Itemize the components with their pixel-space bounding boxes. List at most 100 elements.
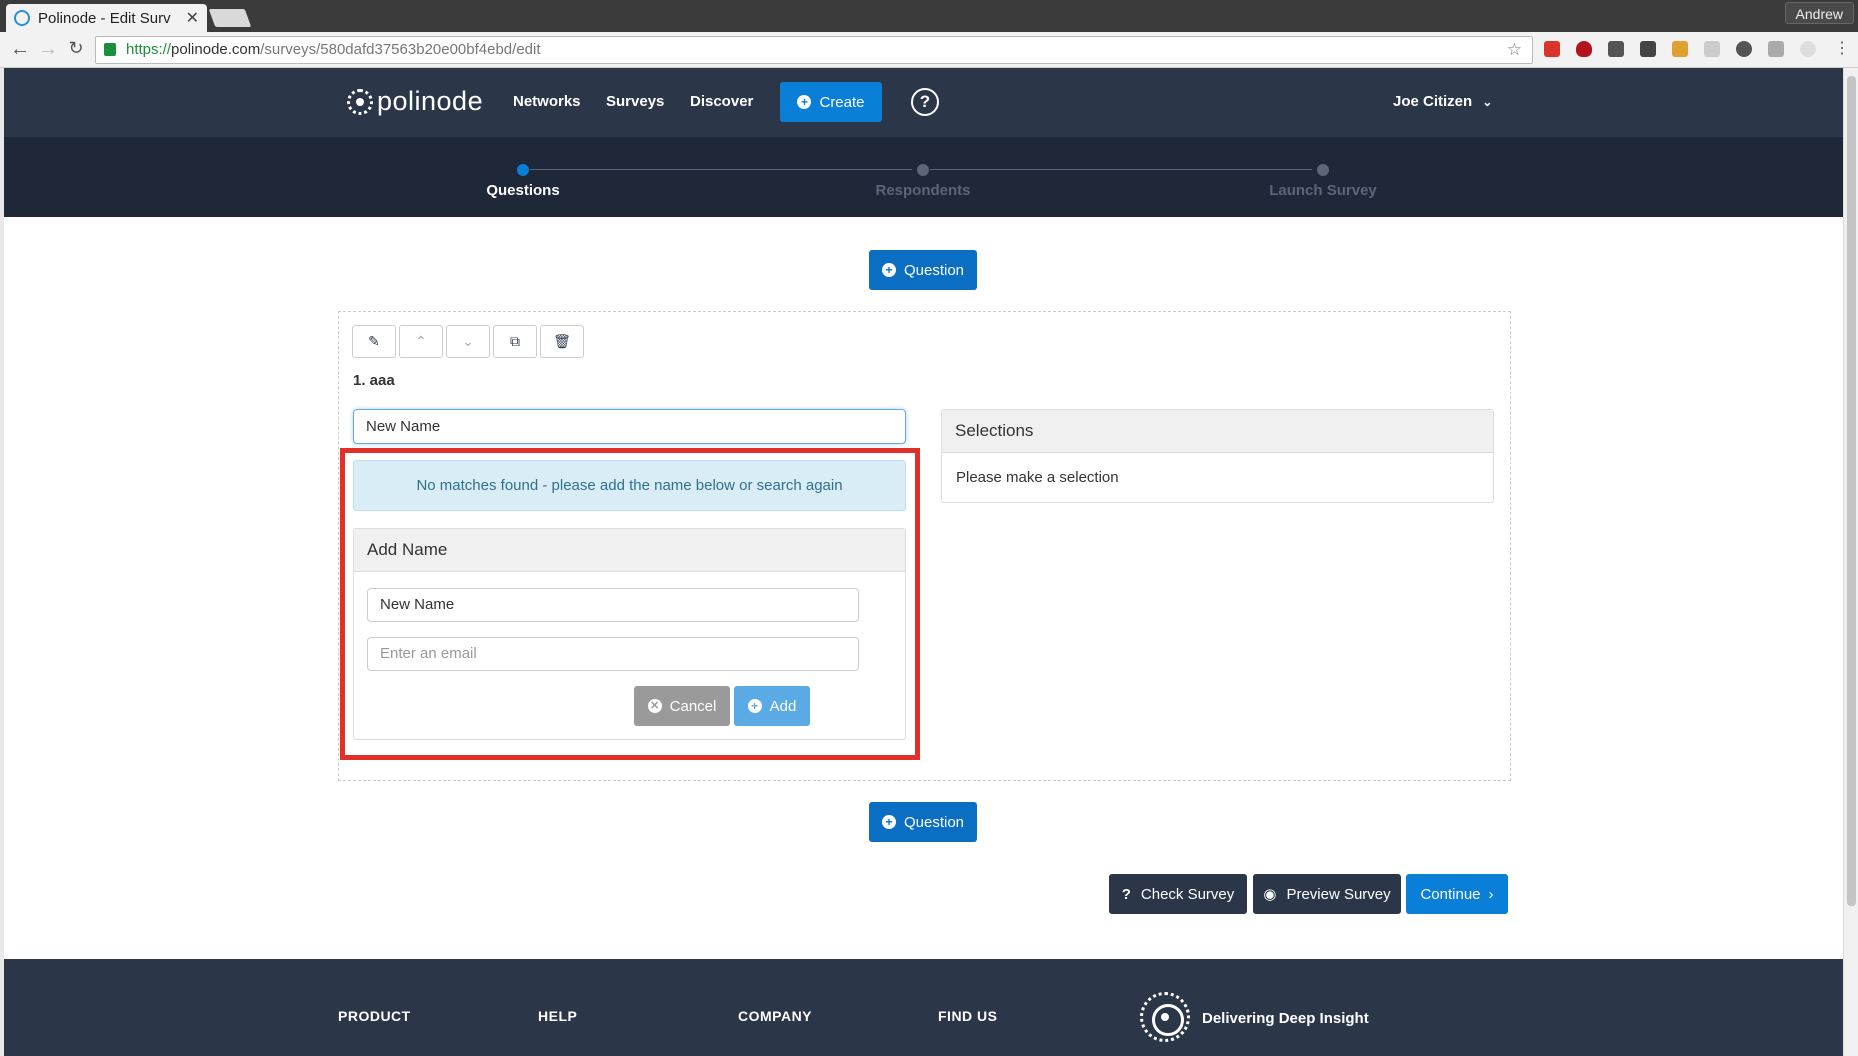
nav-discover[interactable]: Discover — [690, 93, 753, 110]
polinode-favicon-icon — [14, 10, 30, 26]
footer-product-heading: PRODUCT — [338, 1008, 411, 1024]
extension-icon[interactable] — [1544, 41, 1560, 57]
polinode-footer-logo-icon — [1140, 992, 1190, 1042]
duplicate-question-button[interactable]: ⧉ — [493, 325, 537, 358]
question-card: ✎ ⌃ ⌄ ⧉ 🗑 1. aaa New Name No matches fou… — [338, 311, 1511, 781]
step-connector — [930, 169, 1312, 170]
add-button[interactable]: + Add — [734, 686, 810, 726]
help-icon[interactable]: ? — [911, 88, 939, 116]
chevron-up-icon: ⌃ — [415, 333, 427, 349]
plus-circle-icon: + — [881, 815, 896, 829]
no-matches-alert: No matches found - please add the name b… — [353, 460, 906, 511]
check-survey-button[interactable]: ? Check Survey — [1109, 874, 1247, 914]
footer-help-heading: HELP — [538, 1008, 578, 1024]
continue-button[interactable]: Continue › — [1406, 874, 1508, 914]
nav-surveys[interactable]: Surveys — [606, 93, 664, 110]
continue-label: Continue — [1420, 885, 1481, 903]
polinode-logo-icon — [347, 88, 373, 115]
back-icon[interactable]: ← — [8, 38, 32, 61]
browser-profile-button[interactable]: Andrew — [1784, 2, 1854, 24]
email-field[interactable]: Enter an email — [367, 637, 859, 671]
selections-empty-text: Please make a selection — [956, 469, 1119, 486]
eye-icon: ◉ — [1263, 886, 1277, 903]
url-scheme: https:// — [126, 41, 172, 58]
x-circle-icon: ✕ — [647, 699, 662, 713]
site-footer: PRODUCT HELP COMPANY FIND US Delivering … — [4, 959, 1843, 1056]
user-menu[interactable]: Joe Citizen ⌄ — [1393, 93, 1492, 110]
step-connector — [530, 169, 912, 170]
ublock-extension-icon[interactable] — [1576, 41, 1592, 57]
scrollbar-thumb[interactable] — [1847, 76, 1856, 906]
chevron-right-icon: › — [1488, 885, 1494, 903]
extension-icon[interactable] — [1768, 41, 1784, 57]
browser-toolbar: ← → ↻ https://polinode.com/surveys/580da… — [0, 32, 1858, 68]
selections-panel: Selections Please make a selection — [941, 409, 1494, 503]
plus-circle-icon: + — [797, 95, 812, 109]
page-viewport: polinode Networks Surveys Discover + Cre… — [4, 68, 1843, 1056]
extension-icon[interactable] — [1800, 41, 1816, 57]
add-name-title: Add Name — [354, 529, 905, 572]
edit-question-button[interactable]: ✎ — [352, 325, 396, 358]
create-button[interactable]: + Create — [780, 82, 882, 122]
cancel-button[interactable]: ✕ Cancel — [634, 686, 730, 726]
survey-stepper — [4, 137, 1843, 217]
step-launch-survey[interactable]: Launch Survey — [1223, 182, 1423, 199]
tab-title: Polinode - Edit Surv — [38, 9, 171, 27]
plus-circle-icon: + — [747, 699, 762, 713]
question-mark-icon: ? — [1121, 885, 1131, 903]
cancel-label: Cancel — [669, 697, 717, 715]
lock-icon — [104, 43, 116, 56]
chevron-down-icon: ⌄ — [462, 333, 474, 349]
question-title: 1. aaa — [353, 372, 395, 389]
close-tab-icon[interactable]: ✕ — [186, 8, 199, 28]
step-respondents[interactable]: Respondents — [823, 182, 1023, 199]
name-search-input[interactable]: New Name — [353, 409, 906, 444]
preview-survey-label: Preview Survey — [1286, 885, 1391, 903]
url-path: /surveys/580dafd37563b20e00bf4ebd/edit — [260, 41, 541, 58]
forward-icon[interactable]: → — [36, 38, 60, 61]
footer-company-heading: COMPANY — [738, 1008, 813, 1024]
footer-tagline: Delivering Deep Insight — [1202, 1010, 1369, 1027]
extension-icon[interactable] — [1608, 41, 1624, 57]
polinode-logo[interactable]: polinode — [347, 86, 483, 117]
step-questions[interactable]: Questions — [423, 182, 623, 199]
add-name-panel: Add Name New Name Enter an email ✕ Cance… — [353, 528, 906, 740]
logo-text: polinode — [377, 86, 484, 116]
new-name-field[interactable]: New Name — [367, 588, 859, 622]
extension-icon[interactable] — [1640, 41, 1656, 57]
add-question-label: Question — [903, 261, 965, 279]
selections-title: Selections — [942, 410, 1493, 453]
step-dot-respondents — [917, 164, 929, 176]
plus-circle-icon: + — [881, 263, 896, 277]
copy-icon: ⧉ — [510, 333, 520, 349]
nav-networks[interactable]: Networks — [513, 93, 581, 110]
step-dot-questions — [517, 164, 529, 176]
browser-tab[interactable]: Polinode - Edit Surv ✕ — [6, 4, 207, 32]
address-bar[interactable]: https://polinode.com/surveys/580dafd3756… — [95, 36, 1533, 64]
pencil-icon: ✎ — [368, 333, 380, 349]
url-host: polinode.com — [171, 41, 261, 58]
move-down-button[interactable]: ⌄ — [446, 325, 490, 358]
add-question-button-bottom[interactable]: + Question — [869, 802, 977, 842]
new-tab-button[interactable] — [208, 9, 252, 27]
page-scrollbar[interactable] — [1843, 68, 1858, 1056]
footer-find-us-heading: FIND US — [938, 1008, 998, 1024]
reload-icon[interactable]: ↻ — [64, 38, 88, 59]
chevron-down-icon: ⌄ — [1482, 95, 1493, 109]
trash-icon: 🗑 — [553, 333, 571, 349]
extension-icon[interactable] — [1736, 41, 1752, 57]
add-question-label: Question — [903, 813, 965, 831]
bookmark-star-icon[interactable]: ☆ — [1507, 37, 1522, 63]
check-survey-label: Check Survey — [1140, 885, 1235, 903]
step-dot-launch — [1317, 164, 1329, 176]
extension-icon[interactable] — [1672, 41, 1688, 57]
move-up-button[interactable]: ⌃ — [399, 325, 443, 358]
add-question-button-top[interactable]: + Question — [869, 250, 977, 290]
extension-icon[interactable] — [1704, 41, 1720, 57]
add-label: Add — [769, 697, 797, 715]
site-header: polinode Networks Surveys Discover + Cre… — [4, 68, 1843, 137]
preview-survey-button[interactable]: ◉ Preview Survey — [1253, 874, 1401, 914]
delete-question-button[interactable]: 🗑 — [540, 325, 584, 358]
browser-menu-icon[interactable]: ⋮ — [1830, 38, 1854, 58]
browser-tab-strip: Polinode - Edit Surv ✕ Andrew — [0, 0, 1858, 32]
